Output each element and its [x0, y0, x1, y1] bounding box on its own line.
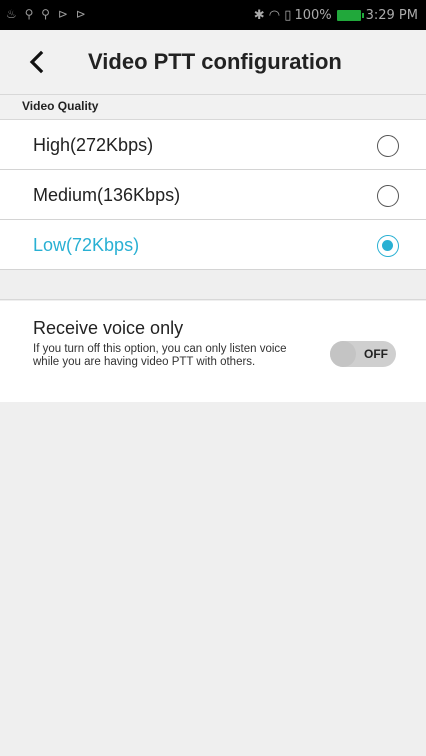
status-icons: ✱ ◠ ▯	[253, 8, 292, 23]
section-divider	[0, 270, 426, 300]
status-bar: ♨ ⚲ ⚲ ⊳ ⊳ ✱ ◠ ▯ 100% 3:29 PM	[0, 0, 426, 30]
back-button[interactable]	[22, 46, 54, 78]
option-label: Low(72Kbps)	[33, 235, 140, 255]
receive-voice-toggle[interactable]: OFF	[330, 341, 396, 367]
quality-option-high[interactable]: High(272Kbps)	[0, 120, 426, 170]
option-label: High(272Kbps)	[33, 135, 154, 155]
chevron-left-icon	[29, 50, 44, 74]
setting-title: Receive voice only	[33, 318, 184, 338]
notification-icons: ♨ ⚲ ⚲ ⊳ ⊳	[6, 7, 88, 21]
quality-option-low[interactable]: Low(72Kbps)	[0, 220, 426, 270]
radio-button[interactable]	[377, 185, 399, 207]
clock: 3:29 PM	[365, 8, 418, 23]
receive-voice-setting: Receive voice only If you turn off this …	[0, 301, 426, 402]
page-title: Video PTT configuration	[88, 49, 342, 74]
battery-icon	[336, 10, 364, 21]
video-quality-options: High(272Kbps) Medium(136Kbps) Low(72Kbps…	[0, 120, 426, 270]
radio-button[interactable]	[377, 135, 399, 157]
section-label: Video Quality	[22, 99, 99, 113]
video-quality-header: Video Quality	[0, 94, 426, 120]
setting-description: If you turn off this option, you can onl…	[33, 343, 287, 368]
empty-area	[0, 402, 426, 756]
option-label: Medium(136Kbps)	[33, 185, 181, 205]
toggle-knob	[330, 341, 356, 367]
app-bar: Video PTT configuration	[0, 30, 426, 94]
toggle-state-label: OFF	[364, 347, 388, 361]
system-status: ✱ ◠ ▯ 100% 3:29 PM	[254, 8, 418, 23]
battery-percent: 100%	[294, 8, 332, 23]
quality-option-medium[interactable]: Medium(136Kbps)	[0, 170, 426, 220]
radio-button-selected[interactable]	[377, 235, 399, 257]
